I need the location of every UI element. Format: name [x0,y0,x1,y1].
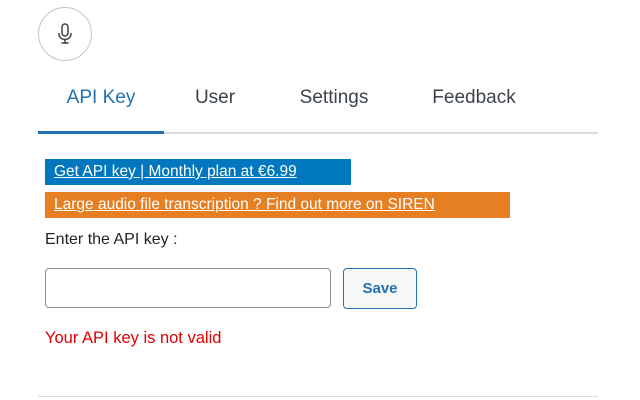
save-button[interactable]: Save [343,268,417,309]
tab-settings[interactable]: Settings [284,78,384,134]
divider [38,396,598,397]
tab-feedback[interactable]: Feedback [418,78,530,134]
microphone-icon [58,23,72,44]
error-message: Your API key is not valid [45,329,222,347]
api-key-label: Enter the API key : [45,231,178,248]
microphone-button[interactable] [38,7,92,61]
api-key-input[interactable] [45,268,331,308]
tab-api-key[interactable]: API Key [38,78,164,134]
tab-bar: API Key User Settings Feedback [38,78,598,134]
siren-link[interactable]: Large audio file transcription ? Find ou… [45,192,510,218]
tab-user[interactable]: User [176,78,254,134]
get-api-key-link[interactable]: Get API key | Monthly plan at €6.99 [45,159,351,185]
